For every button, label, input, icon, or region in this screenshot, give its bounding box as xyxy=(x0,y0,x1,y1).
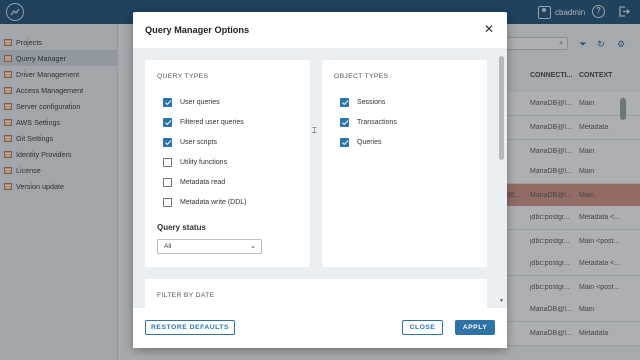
checkbox-checked-icon[interactable] xyxy=(340,137,349,147)
dialog-title: Query Manager Options xyxy=(145,25,250,35)
query-status-value: All xyxy=(164,243,172,250)
checkbox-filtered-user-queries[interactable]: Filtered user queries xyxy=(163,117,244,127)
checkbox-checked-icon[interactable] xyxy=(340,97,349,107)
filter-by-date-heading: FILTER BY DATE xyxy=(157,292,215,299)
query-status-label: Query status xyxy=(157,223,206,232)
checkbox-checked-icon[interactable] xyxy=(163,97,172,107)
checkbox-user-scripts[interactable]: User scripts xyxy=(163,137,217,147)
query-types-panel: QUERY TYPES User queries Filtered user q… xyxy=(145,60,310,267)
checkbox-utility-functions[interactable]: Utility functions xyxy=(163,157,227,167)
query-types-heading: QUERY TYPES xyxy=(157,73,209,80)
query-status-select[interactable]: All ⌄ xyxy=(157,239,262,254)
checkbox-label: Transactions xyxy=(357,118,397,126)
checkbox-user-queries[interactable]: User queries xyxy=(163,97,220,107)
dialog-scrollbar-thumb[interactable] xyxy=(499,56,504,160)
checkbox-checked-icon[interactable] xyxy=(163,117,172,127)
checkbox-checked-icon[interactable] xyxy=(340,117,349,127)
checkbox-label: Sessions xyxy=(357,98,386,106)
checkbox-unchecked-icon[interactable] xyxy=(163,177,172,187)
dialog-body: QUERY TYPES User queries Filtered user q… xyxy=(133,48,507,308)
scroll-down-arrow-icon[interactable]: ▼ xyxy=(499,298,504,304)
checkbox-label: Queries xyxy=(357,138,382,146)
filter-by-date-panel: FILTER BY DATE xyxy=(145,279,487,308)
mouse-cursor-icon: ⌶ xyxy=(312,126,317,135)
dialog-footer: RESTORE DEFAULTS CLOSE APPLY xyxy=(133,308,507,348)
checkbox-label: User scripts xyxy=(180,138,217,146)
checkbox-unchecked-icon[interactable] xyxy=(163,157,172,167)
checkbox-label: Filtered user queries xyxy=(180,118,244,126)
checkbox-label: Metadata read xyxy=(180,178,226,186)
checkbox-label: User queries xyxy=(180,98,220,106)
checkbox-metadata-read[interactable]: Metadata read xyxy=(163,177,225,187)
object-types-panel: OBJECT TYPES Sessions Transactions Queri… xyxy=(322,60,487,267)
restore-defaults-button[interactable]: RESTORE DEFAULTS xyxy=(145,320,235,335)
apply-button[interactable]: APPLY xyxy=(455,320,495,335)
checkbox-transactions[interactable]: Transactions xyxy=(340,117,397,127)
checkbox-metadata-write[interactable]: Metadata write (DDL) xyxy=(163,197,247,207)
checkbox-checked-icon[interactable] xyxy=(163,137,172,147)
checkbox-label: Metadata write (DDL) xyxy=(180,198,247,206)
close-button[interactable]: CLOSE xyxy=(402,320,443,335)
checkbox-unchecked-icon[interactable] xyxy=(163,197,172,207)
close-icon[interactable]: ✕ xyxy=(483,23,495,35)
object-types-heading: OBJECT TYPES xyxy=(334,73,389,80)
checkbox-sessions[interactable]: Sessions xyxy=(340,97,385,107)
checkbox-queries[interactable]: Queries xyxy=(340,137,382,147)
chevron-down-icon: ⌄ xyxy=(250,243,256,250)
checkbox-label: Utility functions xyxy=(180,158,228,166)
query-manager-options-dialog: Query Manager Options ✕ QUERY TYPES User… xyxy=(133,12,507,348)
